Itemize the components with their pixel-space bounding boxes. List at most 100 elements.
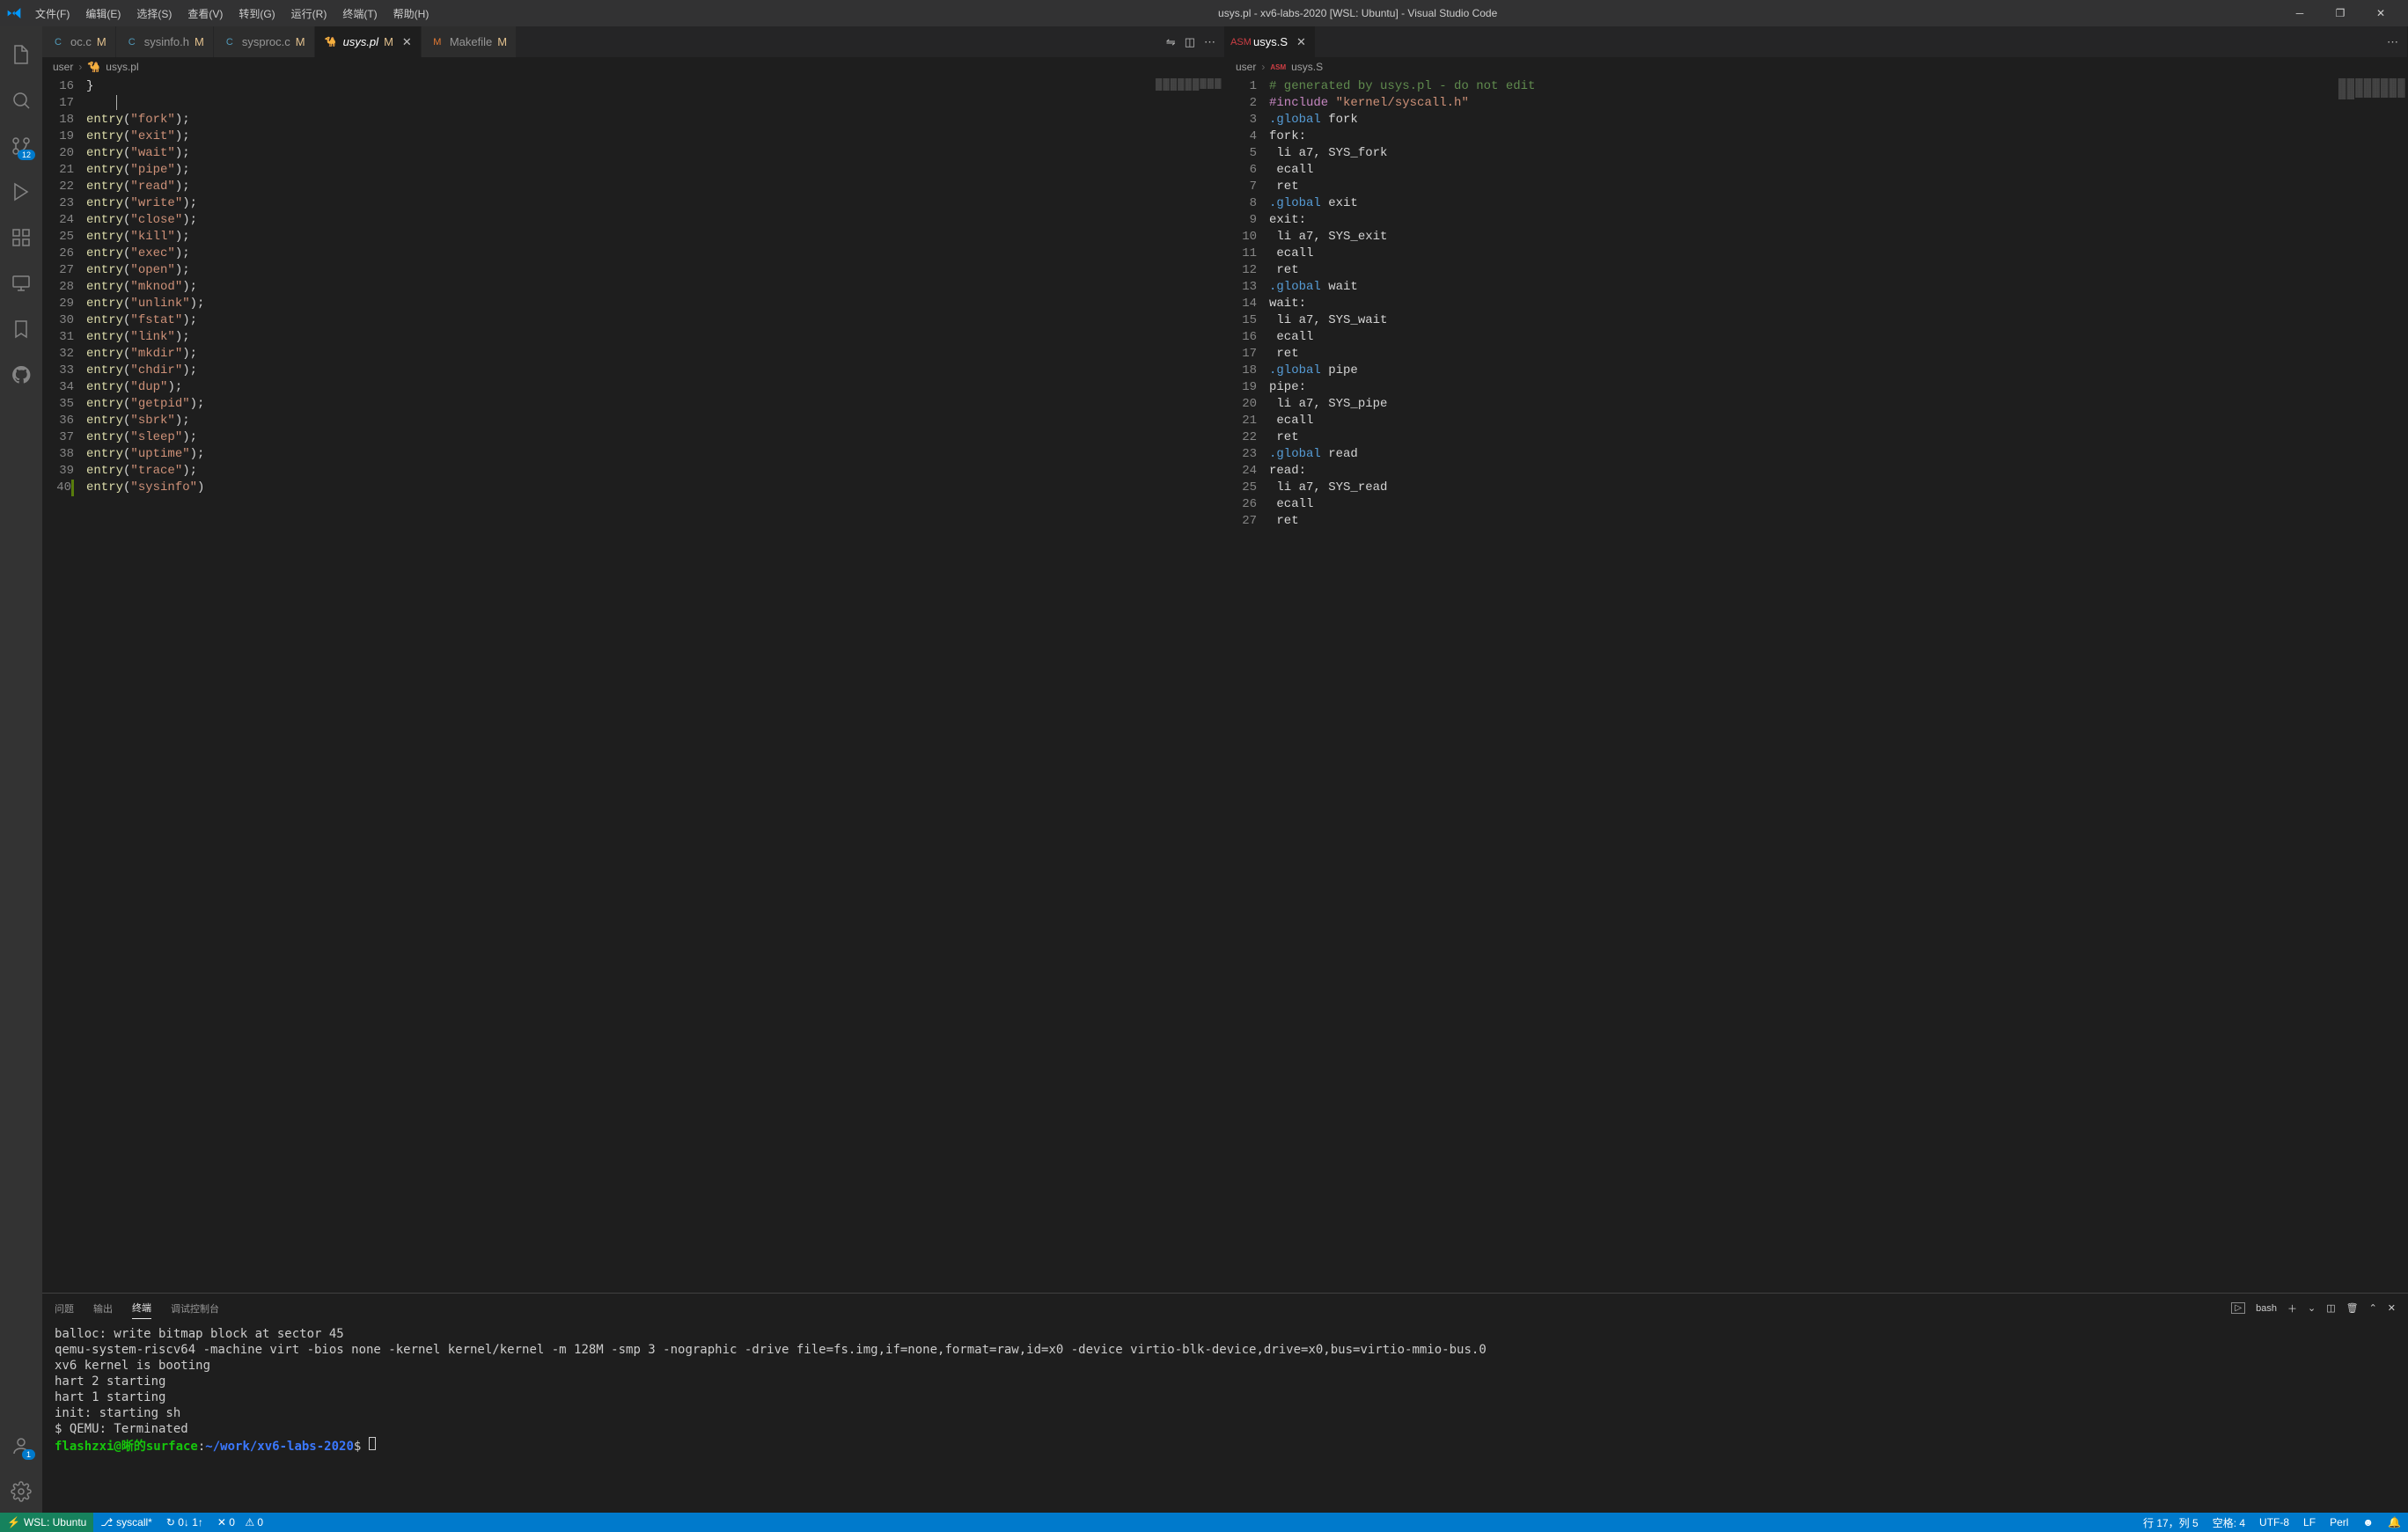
scm-icon[interactable]: 12 (0, 125, 42, 167)
lang-status[interactable]: Perl (2323, 1513, 2355, 1532)
remote-icon[interactable] (0, 262, 42, 304)
code-lines[interactable]: # generated by usys.pl - do not edit#inc… (1269, 77, 2337, 1293)
code-lines[interactable]: } entry("fork");entry("exit");entry("wai… (86, 77, 1154, 1293)
split-icon[interactable]: ◫ (1185, 35, 1195, 49)
gutter: 1234567891011121314151617181920212223242… (1225, 77, 1269, 1293)
menu-item[interactable]: 选择(S) (129, 3, 179, 25)
chevron-icon: › (1261, 61, 1265, 73)
tab[interactable]: ASM usys.S ✕ (1225, 26, 1316, 57)
terminal-dropdown-icon[interactable]: ⌄ (2308, 1302, 2316, 1314)
tab[interactable]: Csysinfo.h M (116, 26, 214, 57)
close-panel-icon[interactable]: ✕ (2388, 1302, 2396, 1314)
menu-item[interactable]: 运行(R) (284, 3, 334, 25)
tab-label: Makefile (450, 35, 492, 48)
trash-icon[interactable]: 🗑 (2346, 1302, 2359, 1314)
problems-status[interactable]: ✕ 0 ⚠ 0 (210, 1513, 270, 1532)
file-type-icon: M (430, 35, 444, 49)
tab[interactable]: Coc.cM (42, 26, 116, 57)
menu-item[interactable]: 终端(T) (335, 3, 384, 25)
terminal-shell-name[interactable]: bash (2256, 1303, 2277, 1314)
tab-label: sysinfo.h (144, 35, 189, 48)
minimap[interactable]: ▄▄▄▄▄▄ ▄▄▄▄▄▄ ▄▄▄▄▄▄ ▄▄▄▄▄▄ ▄▄▄▄▄▄ ▄▄▄▄▄… (1154, 77, 1224, 1293)
branch-icon: ⎇ (100, 1516, 113, 1528)
breadcrumb-right[interactable]: user › ASM usys.S (1225, 57, 2407, 77)
feedback-icon[interactable]: ☻ (2355, 1513, 2381, 1532)
menu-item[interactable]: 查看(V) (180, 3, 230, 25)
account-badge: 1 (22, 1449, 35, 1460)
sync-status[interactable]: ↻ 0↓ 1↑ (159, 1513, 210, 1532)
run-icon[interactable] (0, 171, 42, 213)
settings-icon[interactable] (0, 1470, 42, 1513)
tab-actions-left: ⇋ ◫ ⋯ (1157, 26, 1224, 57)
terminal[interactable]: balloc: write bitmap block at sector 45q… (42, 1323, 2408, 1513)
editor-group-right: ASM usys.S ✕ ⋯ user › ASM usys.S 123456789… (1225, 26, 2408, 1293)
extensions-icon[interactable] (0, 216, 42, 259)
tab-label: usys.S (1253, 35, 1288, 48)
panel-tab[interactable]: 问题 (55, 1298, 74, 1319)
breadcrumb-seg[interactable]: usys.pl (106, 61, 138, 73)
split-terminal-icon[interactable]: ◫ (2326, 1302, 2335, 1314)
modified-indicator: M (195, 35, 204, 48)
more-icon[interactable]: ⋯ (1204, 35, 1215, 49)
modified-indicator: M (384, 35, 393, 48)
encoding-status[interactable]: UTF-8 (2252, 1513, 2296, 1532)
modified-indicator: M (497, 35, 507, 48)
github-icon[interactable] (0, 354, 42, 396)
tab-label: usys.pl (343, 35, 378, 48)
tabs-right: ASM usys.S ✕ ⋯ (1225, 26, 2407, 57)
app-menu: 文件(F)编辑(E)选择(S)查看(V)转到(G)运行(R)终端(T)帮助(H) (28, 3, 436, 25)
editor-right[interactable]: 1234567891011121314151617181920212223242… (1225, 77, 2407, 1293)
bell-icon[interactable]: 🔔 (2381, 1513, 2408, 1532)
scm-badge: 12 (18, 150, 35, 160)
file-type-icon: C (125, 35, 139, 49)
tab[interactable]: M Makefile M (422, 26, 517, 57)
close-button[interactable]: ✕ (2360, 0, 2401, 26)
close-tab-icon[interactable]: ✕ (402, 35, 412, 49)
modified-indicator: M (296, 35, 305, 48)
gutter: 1617181920212223242526272829303132333435… (42, 77, 86, 1293)
panel-tab[interactable]: 终端 (132, 1297, 151, 1319)
terminal-launch-icon[interactable]: ▷ (2231, 1302, 2245, 1314)
tab-actions-right: ⋯ (2378, 26, 2407, 57)
indent-status[interactable]: 空格: 4 (2206, 1513, 2252, 1532)
breadcrumb-seg[interactable]: usys.S (1291, 61, 1323, 73)
branch-status[interactable]: ⎇syscall* (93, 1513, 159, 1532)
maximize-button[interactable]: ❐ (2320, 0, 2360, 26)
panel: 问题输出终端调试控制台 ▷ bash ＋ ⌄ ◫ 🗑 ⌃ ✕ balloc: w… (42, 1293, 2408, 1513)
menu-item[interactable]: 帮助(H) (386, 3, 437, 25)
editor-left[interactable]: 1617181920212223242526272829303132333435… (42, 77, 1224, 1293)
cursor-pos[interactable]: 行 17，列 5 (2136, 1513, 2206, 1532)
file-type-icon: 🐪 (324, 35, 338, 49)
new-terminal-icon[interactable]: ＋ (2287, 1301, 2297, 1316)
menu-item[interactable]: 编辑(E) (78, 3, 128, 25)
compare-icon[interactable]: ⇋ (1166, 35, 1176, 49)
vscode-logo-icon (7, 6, 21, 20)
menu-item[interactable]: 转到(G) (231, 3, 282, 25)
remote-indicator[interactable]: ⚡WSL: Ubuntu (0, 1513, 93, 1532)
more-icon[interactable]: ⋯ (2387, 35, 2398, 49)
close-tab-icon[interactable]: ✕ (1296, 35, 1306, 49)
search-icon[interactable] (0, 79, 42, 121)
panel-tab[interactable]: 输出 (93, 1298, 113, 1319)
eol-status[interactable]: LF (2296, 1513, 2323, 1532)
menu-item[interactable]: 文件(F) (28, 3, 77, 25)
breadcrumb-left[interactable]: user › 🐪 usys.pl (42, 57, 1224, 77)
tab[interactable]: Csysproc.cM (214, 26, 315, 57)
minimize-button[interactable]: ─ (2280, 0, 2320, 26)
tab[interactable]: 🐪 usys.pl M ✕ (315, 26, 422, 57)
breadcrumb-seg[interactable]: user (1236, 61, 1256, 73)
explorer-icon[interactable] (0, 33, 42, 76)
window-title: usys.pl - xv6-labs-2020 [WSL: Ubuntu] - … (436, 7, 2280, 19)
tab-label: sysproc.c (242, 35, 290, 48)
minimap[interactable]: ▄▄▄▄▄▄▄ ▄▄▄▄▄▄▄ ▄▄▄▄▄▄▄ ▄▄▄▄▄▄▄ ▄▄▄▄▄▄▄ … (2337, 77, 2407, 1293)
chevron-up-icon[interactable]: ⌃ (2369, 1302, 2377, 1314)
bookmark-icon[interactable] (0, 308, 42, 350)
panel-tab[interactable]: 调试控制台 (171, 1298, 219, 1319)
account-icon[interactable]: 1 (0, 1425, 42, 1467)
breadcrumb-seg[interactable]: user (53, 61, 73, 73)
editor-group-left: Coc.cMCsysinfo.hMCsysproc.cM🐪usys.plM✕MM… (42, 26, 1225, 1293)
statusbar: ⚡WSL: Ubuntu ⎇syscall* ↻ 0↓ 1↑ ✕ 0 ⚠ 0 行… (0, 1513, 2408, 1532)
modified-indicator: M (97, 35, 106, 48)
file-type-icon: ASM (1234, 35, 1248, 49)
tabs-left: Coc.cMCsysinfo.hMCsysproc.cM🐪usys.plM✕MM… (42, 26, 1224, 57)
